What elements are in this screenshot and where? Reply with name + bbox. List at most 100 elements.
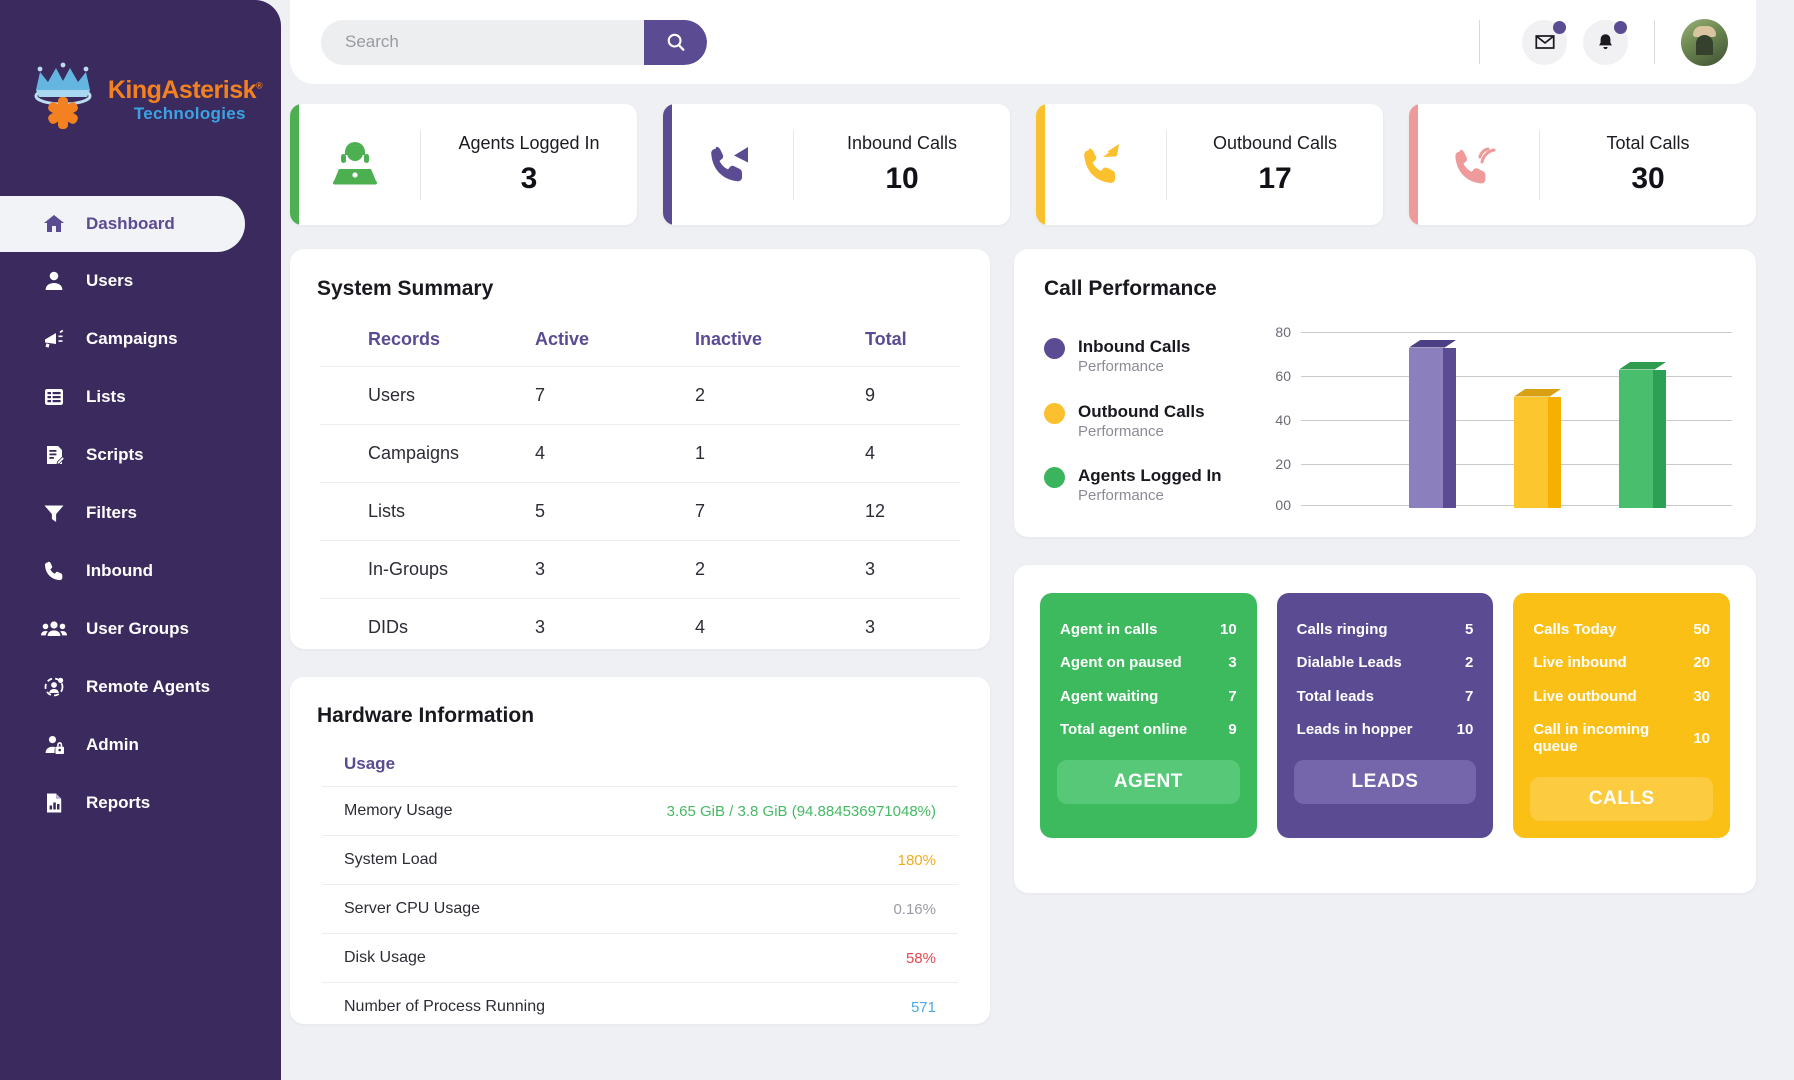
notification-badge [1614, 21, 1627, 34]
panel-title: Call Performance [1044, 277, 1756, 301]
cell-active: 3 [535, 541, 695, 599]
tile-calls: Calls Today 50 Live inbound 20 Live outb… [1513, 593, 1730, 838]
cell-inactive: 7 [695, 483, 865, 541]
mail-icon [1534, 31, 1556, 53]
legend-label: Outbound Calls [1078, 402, 1205, 421]
gridline [1301, 376, 1732, 377]
tile-value: 30 [1693, 688, 1710, 705]
table-row: Lists 5 7 12 [320, 483, 960, 541]
sidebar-item-users[interactable]: Users [0, 252, 281, 310]
calls-button[interactable]: CALLS [1530, 777, 1713, 821]
sidebar-item-remote-agents[interactable]: Remote Agents [0, 658, 281, 716]
y-axis: 80 60 40 20 00 [1259, 323, 1301, 508]
cell-active: 5 [535, 483, 695, 541]
accent-bar [1409, 104, 1418, 225]
stat-cards: Agents Logged In 3 Inbound Calls 10 [290, 104, 1756, 225]
legend-swatch [1044, 467, 1065, 488]
stat-card-outbound-calls[interactable]: Outbound Calls 17 [1036, 104, 1383, 225]
hardware-value: 180% [586, 836, 958, 885]
legend-swatch [1044, 403, 1065, 424]
report-icon [41, 790, 67, 816]
tile-value: 7 [1465, 688, 1473, 705]
stat-card-inbound-calls[interactable]: Inbound Calls 10 [663, 104, 1010, 225]
stat-card-total-calls[interactable]: Total Calls 30 [1409, 104, 1756, 225]
bell-icon [1595, 32, 1616, 53]
tile-label: Agent in calls [1060, 621, 1158, 638]
call-performance-panel: Call Performance Inbound Calls Performan… [1014, 249, 1756, 537]
cell-total: 3 [865, 599, 960, 657]
leads-button[interactable]: LEADS [1294, 760, 1477, 804]
total-call-icon [1409, 137, 1539, 193]
tile-label: Calls Today [1533, 621, 1616, 638]
table-row: Server CPU Usage 0.16% [322, 885, 958, 934]
tile-label: Total leads [1297, 688, 1374, 705]
avatar[interactable] [1681, 19, 1728, 66]
table-row: Number of Process Running 571 [322, 983, 958, 1032]
bar-side-face [1653, 370, 1666, 508]
table-row: Disk Usage 58% [322, 934, 958, 983]
kingasterisk-logo-icon [25, 60, 101, 136]
sidebar-item-lists[interactable]: Lists [0, 368, 281, 426]
sidebar-item-scripts[interactable]: Scripts [0, 426, 281, 484]
column-header-usage: Usage [322, 754, 958, 787]
megaphone-icon [41, 326, 67, 352]
admin-icon [41, 732, 67, 758]
hardware-table: Usage Memory Usage 3.65 GiB / 3.8 GiB (9… [322, 754, 958, 1031]
cell-inactive: 4 [695, 599, 865, 657]
column-header-active: Active [535, 329, 695, 367]
sidebar-item-user-groups[interactable]: User Groups [0, 600, 281, 658]
metrics-tiles-panel: Agent in calls 10 Agent on paused 3 Agen… [1014, 565, 1756, 893]
mail-button[interactable] [1522, 20, 1567, 65]
tile-row: Agent waiting 7 [1057, 680, 1240, 713]
script-icon [41, 442, 67, 468]
hardware-label: System Load [322, 836, 586, 885]
notifications-button[interactable] [1583, 20, 1628, 65]
logo-subtitle: Technologies [134, 105, 262, 122]
cell-record: Users [320, 367, 535, 425]
agent-button[interactable]: AGENT [1057, 760, 1240, 804]
panel-title: Hardware Information [317, 704, 990, 728]
search-input[interactable] [321, 32, 644, 52]
sidebar-item-admin[interactable]: Admin [0, 716, 281, 774]
tile-row: Live outbound 30 [1530, 680, 1713, 713]
user-icon [41, 268, 67, 294]
sidebar-item-dashboard[interactable]: Dashboard [0, 196, 245, 252]
sidebar-item-label: Inbound [86, 561, 153, 581]
cell-record: DIDs [320, 599, 535, 657]
cell-inactive: 2 [695, 367, 865, 425]
sidebar-item-filters[interactable]: Filters [0, 484, 281, 542]
tile-value: 10 [1457, 721, 1474, 738]
tile-label: Call in incoming queue [1533, 721, 1651, 756]
sidebar-nav: Dashboard Users Campaigns Lists Scripts … [0, 196, 281, 832]
y-tick: 60 [1275, 368, 1291, 384]
panel-title: System Summary [317, 277, 990, 301]
logo-title: KingAsterisk® [108, 78, 262, 103]
divider [1479, 20, 1480, 64]
column-header-records: Records [320, 329, 535, 367]
search-button[interactable] [644, 20, 707, 65]
legend-sublabel: Performance [1078, 423, 1164, 440]
topbar [290, 0, 1756, 84]
stat-value: 30 [1631, 162, 1664, 196]
stat-card-agents-logged-in[interactable]: Agents Logged In 3 [290, 104, 637, 225]
tile-value: 10 [1220, 621, 1237, 638]
stat-label: Agents Logged In [458, 133, 599, 154]
sidebar-item-campaigns[interactable]: Campaigns [0, 310, 281, 368]
sidebar-item-label: Reports [86, 793, 150, 813]
sidebar-item-inbound[interactable]: Inbound [0, 542, 281, 600]
sidebar-item-label: Remote Agents [86, 677, 210, 697]
sidebar-item-reports[interactable]: Reports [0, 774, 281, 832]
users-group-icon [41, 616, 67, 642]
stat-label: Inbound Calls [847, 133, 957, 154]
legend-sublabel: Performance [1078, 358, 1164, 375]
logo[interactable]: KingAsterisk® Technologies [0, 0, 281, 196]
sidebar-item-label: Campaigns [86, 329, 178, 349]
search-box[interactable] [321, 20, 707, 65]
tile-value: 10 [1693, 730, 1710, 747]
y-tick: 80 [1275, 324, 1291, 340]
hardware-label: Server CPU Usage [322, 885, 586, 934]
legend-label: Agents Logged In [1078, 466, 1222, 485]
accent-bar [663, 104, 672, 225]
tile-agent: Agent in calls 10 Agent on paused 3 Agen… [1040, 593, 1257, 838]
cell-record: Lists [320, 483, 535, 541]
